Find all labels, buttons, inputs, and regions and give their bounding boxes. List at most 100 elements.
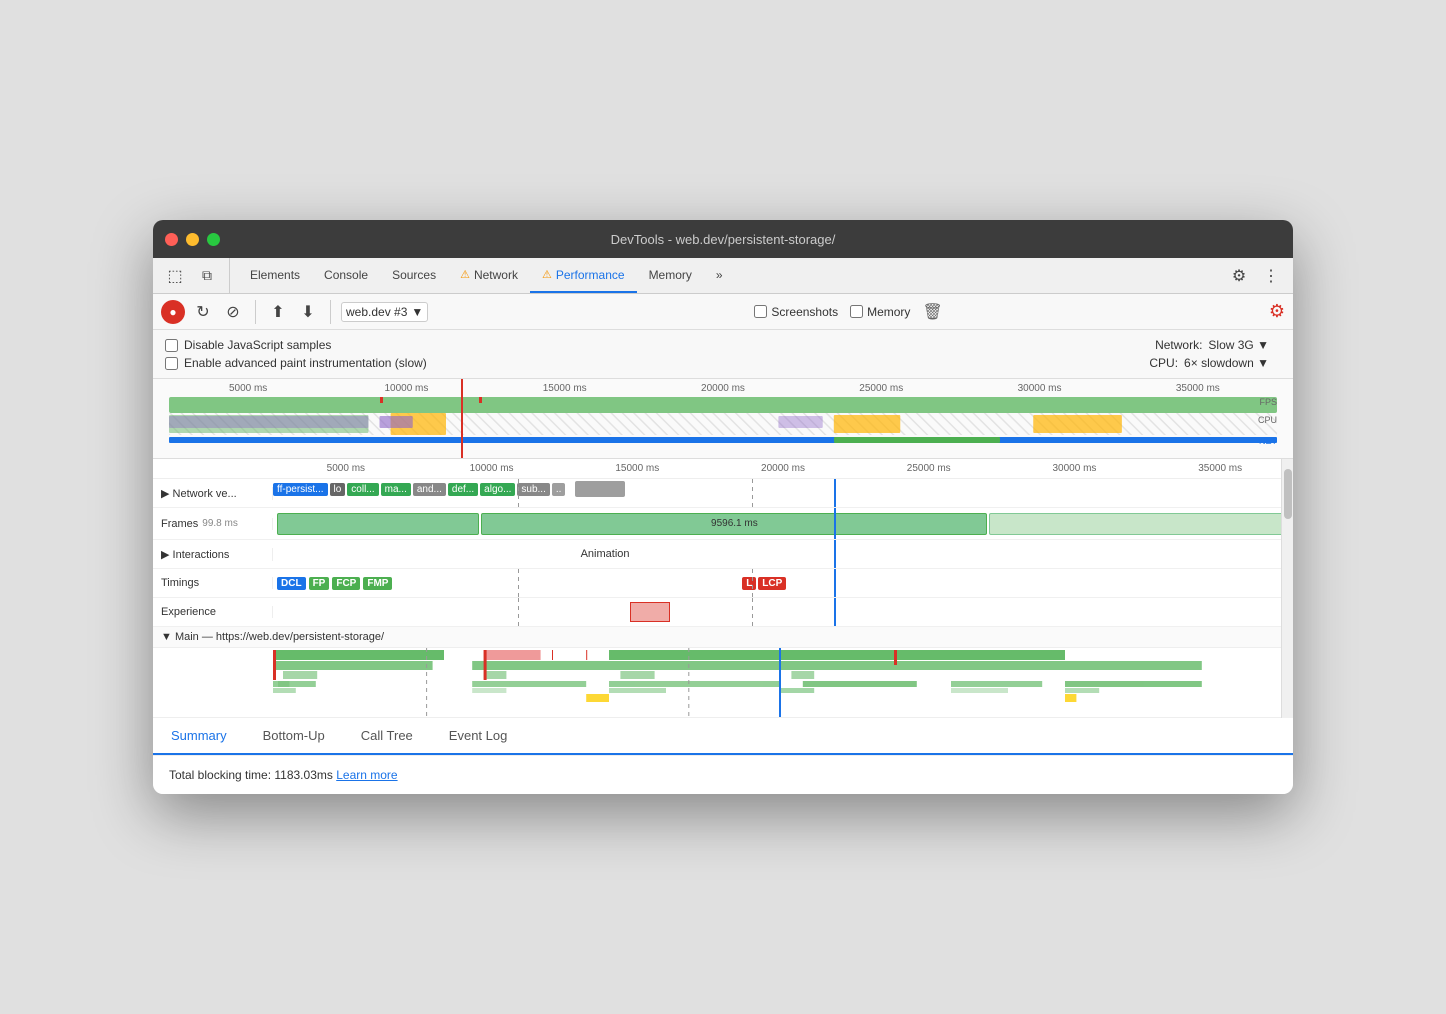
badge-fp[interactable]: FP — [309, 577, 330, 590]
experience-content — [273, 598, 1293, 626]
titlebar: DevTools - web.dev/persistent-storage/ — [153, 220, 1293, 258]
dashed-cursor-2 — [752, 479, 753, 507]
badge-lcp[interactable]: LCP — [758, 577, 786, 590]
clear-button[interactable]: ⊘ — [221, 300, 245, 324]
perf-options: Screenshots Memory 🗑 — [754, 302, 942, 322]
network-row-content: ff-persist... lo coll... ma... and... de… — [273, 479, 1293, 507]
interactions-label-text: ▶ Interactions — [161, 548, 229, 561]
main-section-label: ▼ Main — https://web.dev/persistent-stor… — [153, 627, 1293, 648]
disable-js-checkbox[interactable]: Disable JavaScript samples — [165, 338, 427, 352]
sep2 — [330, 300, 331, 324]
tab-sources[interactable]: Sources — [380, 258, 448, 293]
time-mark-0: 5000 ms — [169, 383, 327, 394]
fps-bar — [169, 397, 1277, 413]
vertical-scrollbar[interactable] — [1281, 459, 1293, 718]
red-gear-icon[interactable]: ⚙ — [1269, 301, 1285, 321]
blue-cursor-network — [834, 479, 836, 507]
tab-memory[interactable]: Memory — [637, 258, 704, 293]
net-tag-spacer — [575, 481, 625, 497]
advanced-paint-checkbox[interactable]: Enable advanced paint instrumentation (s… — [165, 356, 427, 370]
blue-cursor-interactions — [834, 540, 836, 568]
download-button[interactable]: ⬇ — [296, 300, 320, 324]
net-label: NET — [1259, 436, 1277, 446]
record-button[interactable]: ● — [161, 300, 185, 324]
tab-network[interactable]: ⚠ Network — [448, 258, 530, 293]
learn-more-link[interactable]: Learn more — [336, 768, 397, 782]
badge-dcl[interactable]: DCL — [277, 577, 306, 590]
timeline-detail[interactable]: 5000 ms 10000 ms 15000 ms 20000 ms 25000… — [153, 459, 1293, 718]
tab-console[interactable]: Console — [312, 258, 380, 293]
network-dropdown[interactable]: Slow 3G ▼ — [1208, 338, 1269, 352]
tab-call-tree[interactable]: Call Tree — [343, 718, 431, 755]
tab-elements[interactable]: Elements — [238, 258, 312, 293]
cpu-dropdown[interactable]: 6× slowdown ▼ — [1184, 356, 1269, 370]
flame-chart[interactable] — [153, 648, 1293, 718]
settings-icon[interactable]: ⚙ — [1225, 262, 1253, 290]
frames-label-text: Frames — [161, 518, 198, 530]
close-button[interactable] — [165, 233, 178, 246]
net-tag-5[interactable]: def... — [448, 483, 478, 496]
timings-label: Timings — [153, 577, 273, 589]
network-setting: Network: Slow 3G ▼ — [1155, 338, 1269, 352]
experience-block[interactable] — [630, 602, 670, 622]
badge-l[interactable]: L — [742, 577, 756, 590]
session-select[interactable]: web.dev #3 ▼ — [341, 302, 428, 322]
net-tag-2[interactable]: coll... — [347, 483, 378, 496]
badge-fmp[interactable]: FMP — [363, 577, 392, 590]
red-cursor-line — [461, 379, 463, 458]
timings-content: DCL FP FCP FMP L LCP — [273, 569, 1293, 597]
main-label-text: ▼ Main — https://web.dev/persistent-stor… — [161, 631, 384, 643]
network-dropdown-arrow: ▼ — [1257, 338, 1269, 352]
network-warn-icon: ⚠ — [460, 268, 470, 281]
tab-event-log[interactable]: Event Log — [431, 718, 526, 755]
trash-icon[interactable]: 🗑 — [922, 302, 942, 322]
frame-block-2[interactable]: 9596.1 ms — [481, 513, 987, 535]
frame-block-1[interactable] — [277, 513, 479, 535]
reload-button[interactable]: ↻ — [191, 300, 215, 324]
dashed-experience-1 — [518, 598, 519, 626]
badge-fcp[interactable]: FCP — [332, 577, 360, 590]
session-dropdown-icon: ▼ — [411, 305, 423, 319]
net-tag-4[interactable]: and... — [413, 483, 446, 496]
frames-duration-1: 99.8 ms — [202, 518, 238, 529]
network-cpu-settings: Network: Slow 3G ▼ CPU: 6× slowdown ▼ — [1149, 338, 1281, 370]
memory-check-input[interactable] — [850, 305, 863, 318]
net-tag-0[interactable]: ff-persist... — [273, 483, 328, 496]
net-tag-3[interactable]: ma... — [381, 483, 411, 496]
tab-bottom-up[interactable]: Bottom-Up — [245, 718, 343, 755]
detail-mark-3: 20000 ms — [710, 463, 856, 474]
tab-more[interactable]: » — [704, 258, 735, 293]
upload-button[interactable]: ⬆ — [266, 300, 290, 324]
net-tag-7[interactable]: sub... — [517, 483, 549, 496]
cursor-icon[interactable]: ⬚ — [161, 262, 189, 290]
dock-icon[interactable]: ⧉ — [193, 262, 221, 290]
maximize-button[interactable] — [207, 233, 220, 246]
tab-performance[interactable]: ⚠ Performance — [530, 258, 637, 293]
frame-block-3[interactable] — [989, 513, 1289, 535]
timings-label-text: Timings — [161, 577, 199, 589]
animation-label: Animation — [581, 548, 630, 560]
network-row-label-text: ▶ Network ve... — [161, 487, 237, 500]
screenshots-checkbox[interactable]: Screenshots — [754, 305, 838, 319]
timeline-overview[interactable]: 5000 ms 10000 ms 15000 ms 20000 ms 25000… — [153, 379, 1293, 459]
net-tag-6[interactable]: algo... — [480, 483, 515, 496]
interactions-label[interactable]: ▶ Interactions — [153, 548, 273, 561]
more-icon[interactable]: ⋮ — [1257, 262, 1285, 290]
net-tag-8[interactable]: .. — [552, 483, 566, 496]
detail-mark-6: 35000 ms — [1147, 463, 1293, 474]
memory-checkbox[interactable]: Memory — [850, 305, 910, 319]
screenshots-check-input[interactable] — [754, 305, 767, 318]
flame-svg — [153, 648, 1293, 718]
disable-js-input[interactable] — [165, 339, 178, 352]
net-tag-1[interactable]: lo — [330, 483, 346, 496]
minimize-button[interactable] — [186, 233, 199, 246]
advanced-paint-input[interactable] — [165, 357, 178, 370]
network-row-label[interactable]: ▶ Network ve... — [153, 487, 273, 500]
frames-duration-2: 9596.1 ms — [711, 518, 758, 529]
tab-summary[interactable]: Summary — [153, 718, 245, 755]
scrollbar-thumb[interactable] — [1284, 469, 1292, 519]
performance-warn-icon: ⚠ — [542, 268, 552, 281]
detail-mark-1: 10000 ms — [419, 463, 565, 474]
cpu-dropdown-arrow: ▼ — [1257, 356, 1269, 370]
blue-cursor-experience — [834, 598, 836, 626]
